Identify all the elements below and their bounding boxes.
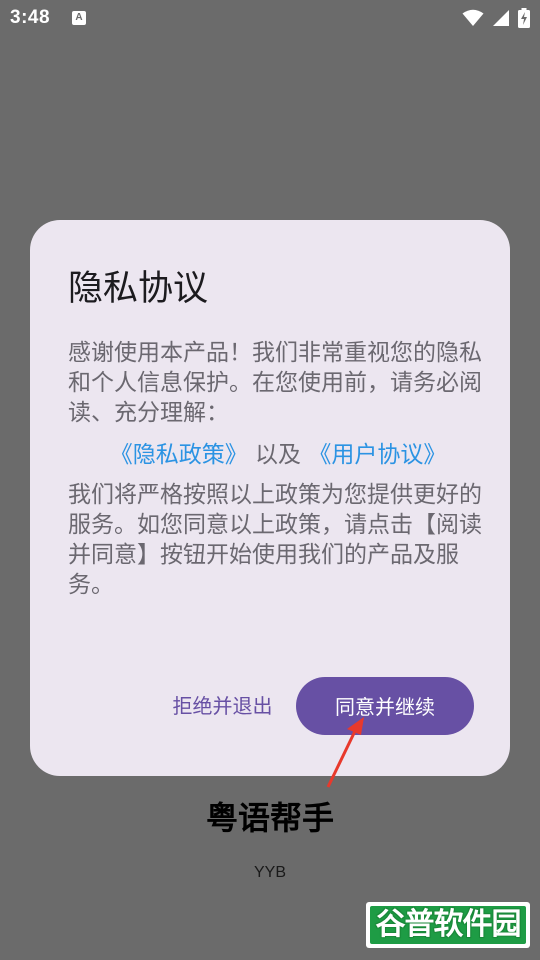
and-text: 以及: [255, 442, 301, 468]
status-time: 3:48: [10, 7, 51, 28]
annotation-arrow-icon: [326, 717, 364, 788]
user-agreement-link[interactable]: 《用户协议》: [308, 442, 446, 468]
app-subtitle: YYB: [253, 864, 286, 881]
dialog-detail-text: 我们将严格按照以上政策为您提供更好的服务。如您同意以上政策，请点击【阅读并同意】…: [68, 482, 482, 598]
policy-links: 《隐私政策》 以及 《用户协议》: [68, 440, 488, 470]
privacy-policy-link[interactable]: 《隐私政策》: [110, 442, 248, 468]
status-icons: [462, 8, 530, 28]
app-title: 粤语帮手: [205, 799, 334, 837]
dialog-title: 隐私协议: [68, 269, 209, 309]
watermark-text: 谷普软件园: [375, 907, 522, 942]
privacy-dialog: 隐私协议 感谢使用本产品！我们非常重视您的隐私和个人信息保护。在您使用前，请务必…: [30, 220, 510, 776]
status-bar: 3:48 A: [0, 0, 540, 36]
a-icon: A: [72, 11, 86, 25]
wifi-icon: [462, 9, 484, 26]
refuse-and-exit-button[interactable]: 拒绝并退出: [150, 677, 295, 735]
dialog-intro-text: 感谢使用本产品！我们非常重视您的隐私和个人信息保护。在您使用前，请务必阅读、充分…: [68, 340, 482, 426]
signal-icon: [493, 10, 509, 26]
dialog-body: 感谢使用本产品！我们非常重视您的隐私和个人信息保护。在您使用前，请务必阅读、充分…: [68, 338, 488, 600]
battery-charging-icon: [518, 8, 530, 28]
watermark-logo: 谷普软件园: [366, 902, 530, 948]
